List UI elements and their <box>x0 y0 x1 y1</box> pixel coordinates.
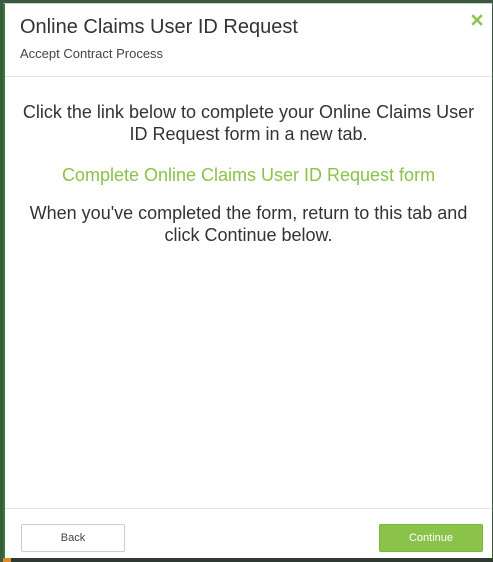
complete-form-link[interactable]: Complete Online Claims User ID Request f… <box>62 164 435 186</box>
instruction-text: Click the link below to complete your On… <box>22 102 475 144</box>
modal-footer: Back Continue <box>5 508 492 559</box>
return-instruction-text: When you've completed the form, return t… <box>29 203 468 245</box>
bottom-strip <box>3 558 493 562</box>
close-icon[interactable] <box>470 13 484 27</box>
continue-button[interactable]: Continue <box>379 524 483 552</box>
modal-dialog: Online Claims User ID Request Accept Con… <box>3 3 492 558</box>
modal-header: Online Claims User ID Request Accept Con… <box>5 4 492 77</box>
back-button[interactable]: Back <box>21 524 125 552</box>
bottom-accent <box>3 558 11 562</box>
modal-subtitle: Accept Contract Process <box>20 46 164 61</box>
modal-title: Online Claims User ID Request <box>20 16 298 38</box>
modal-body: Click the link below to complete your On… <box>5 77 492 508</box>
